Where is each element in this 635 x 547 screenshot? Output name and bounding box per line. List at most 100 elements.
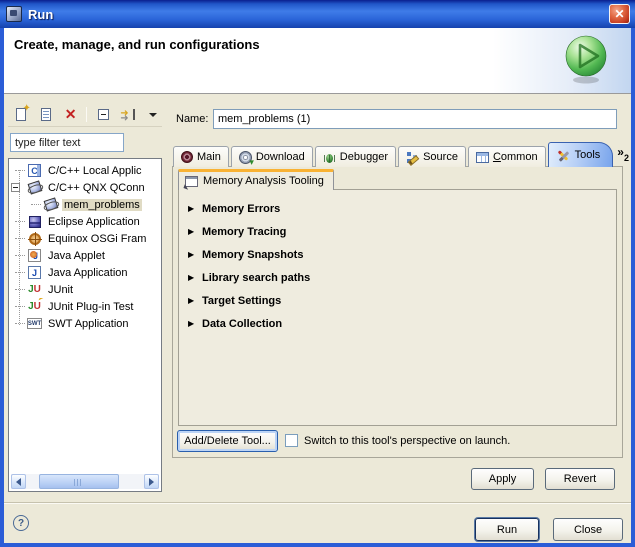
right-arrow-glyph [149, 478, 154, 486]
delete-config-icon[interactable]: ✕ [62, 106, 80, 124]
new-config-icon[interactable] [12, 106, 30, 124]
run-play-icon [563, 33, 609, 88]
qnx-icon [27, 180, 42, 195]
name-label: Name: [176, 113, 208, 125]
overflow-chevron-icon: » [617, 147, 624, 157]
section-memory-tracing[interactable]: ▶ Memory Tracing [179, 221, 616, 242]
chevron-right-icon: ▶ [188, 273, 202, 282]
duplicate-config-icon[interactable] [37, 106, 55, 124]
tree-connector [15, 170, 25, 171]
tree-connector [15, 323, 25, 324]
junit-plugin-icon: JU [27, 299, 42, 314]
eclipse-icon [27, 214, 42, 229]
tree-item-label: mem_problems [62, 199, 142, 211]
tree-item-label: Equinox OSGi Fram [46, 233, 148, 245]
tab-download[interactable]: Download [231, 146, 313, 167]
revert-button[interactable]: Revert [545, 468, 615, 490]
toolbar-separator [86, 107, 87, 122]
name-input[interactable] [213, 109, 617, 129]
tree-item-label: C/C++ QNX QConn [46, 182, 147, 194]
tree-connector [15, 238, 25, 239]
tree-item-equinox-osgi[interactable]: Equinox OSGi Fram [9, 230, 161, 247]
section-label: Target Settings [202, 295, 281, 307]
scroll-left-icon[interactable] [11, 474, 26, 489]
dropdown-caret-icon[interactable] [144, 106, 162, 124]
tree-connector [15, 272, 25, 273]
section-memory-errors[interactable]: ▶ Memory Errors [179, 198, 616, 219]
tree-item-cpp-qnx[interactable]: C/C++ QNX QConn [9, 179, 161, 196]
close-button[interactable]: Close [553, 518, 623, 541]
tab-debugger[interactable]: Debugger [315, 146, 396, 167]
tree-item-junit-plugin-test[interactable]: JU JUnit Plug-in Test [9, 298, 161, 315]
banner-title: Create, manage, and run configurations [14, 37, 260, 52]
scroll-right-icon[interactable] [144, 474, 159, 489]
junit-u: U [34, 301, 41, 312]
tree-item-label: C/C++ Local Applic [46, 165, 144, 177]
add-delete-tool-button[interactable]: Add/Delete Tool... [177, 430, 278, 452]
junit-u: U [34, 284, 41, 295]
tab-tools[interactable]: Tools [548, 142, 614, 167]
java-app-icon: J [27, 265, 42, 280]
title-bar[interactable]: Run ✕ [0, 0, 635, 28]
left-arrow-glyph [16, 478, 21, 486]
qnx-sphere-glyph [43, 197, 58, 211]
tree-item-label: JUnit [46, 284, 75, 296]
collapse-expander-icon[interactable] [11, 183, 20, 192]
tab-overflow-chevron[interactable]: » 2 [615, 147, 631, 167]
equinox-icon [27, 231, 42, 246]
collapse-all-icon[interactable] [94, 106, 112, 124]
section-memory-snapshots[interactable]: ▶ Memory Snapshots [179, 244, 616, 265]
tree-item-java-applet[interactable]: J Java Applet [9, 247, 161, 264]
section-library-search-paths[interactable]: ▶ Library search paths [179, 267, 616, 288]
chevron-right-icon: ▶ [188, 319, 202, 328]
filter-glyph [120, 108, 136, 122]
help-button[interactable]: ? [13, 515, 29, 531]
config-toolbar: ✕ [8, 103, 162, 127]
tab-label: Debugger [340, 151, 388, 163]
memory-analysis-icon [185, 176, 198, 187]
section-data-collection[interactable]: ▶ Data Collection [179, 313, 616, 334]
section-label: Memory Tracing [202, 226, 286, 238]
tree-connector [15, 306, 25, 307]
tree-item-label: SWT Application [46, 318, 131, 330]
tree-item-cpp-local[interactable]: C C/C++ Local Applic [9, 162, 161, 179]
section-label: Library search paths [202, 272, 310, 284]
perspective-checkbox[interactable] [285, 434, 298, 447]
run-button[interactable]: Run [475, 518, 539, 541]
tree-item-mem-problems[interactable]: mem_problems [9, 196, 161, 213]
tree-item-eclipse-application[interactable]: Eclipse Application [9, 213, 161, 230]
tree-item-label: Java Applet [46, 250, 107, 262]
java-applet-icon: J [27, 248, 42, 263]
equinox-target-glyph [29, 233, 41, 245]
window-title: Run [28, 7, 53, 22]
qnx-sphere-glyph [27, 180, 42, 194]
memory-analysis-panel: ▶ Memory Errors ▶ Memory Tracing ▶ Memor… [178, 189, 617, 426]
swt-icon: SWT [27, 316, 42, 331]
tab-label: Source [423, 151, 458, 163]
tree-connector [15, 289, 25, 290]
apply-button[interactable]: Apply [471, 468, 534, 490]
help-icon: ? [18, 518, 24, 529]
close-window-button[interactable]: ✕ [609, 4, 630, 24]
tab-source[interactable]: Source [398, 146, 466, 167]
tab-common[interactable]: Common [468, 146, 546, 167]
caret-glyph [149, 113, 157, 117]
main-tab-icon [181, 151, 193, 163]
tree-item-junit[interactable]: JU JUnit [9, 281, 161, 298]
download-tab-icon [239, 151, 252, 164]
filter-configs-icon[interactable] [119, 106, 137, 124]
run-dialog-window: Run ✕ Create, manage, and run configurat… [0, 0, 635, 547]
common-tab-icon [476, 152, 489, 163]
tree-item-swt-application[interactable]: SWT SWT Application [9, 315, 161, 332]
tree-item-java-application[interactable]: J Java Application [9, 264, 161, 281]
tree-horizontal-scrollbar[interactable] [11, 474, 159, 489]
scrollbar-thumb[interactable] [39, 474, 119, 489]
tab-main[interactable]: Main [173, 146, 229, 167]
section-label: Data Collection [202, 318, 282, 330]
chevron-right-icon: ▶ [188, 296, 202, 305]
config-tree-panel: C C/C++ Local Applic C/C++ QNX QConn mem… [8, 158, 162, 492]
section-target-settings[interactable]: ▶ Target Settings [179, 290, 616, 311]
bottom-separator [4, 502, 631, 504]
filter-text-input[interactable] [10, 133, 124, 152]
tab-memory-analysis-tooling[interactable]: Memory Analysis Tooling [178, 169, 334, 190]
